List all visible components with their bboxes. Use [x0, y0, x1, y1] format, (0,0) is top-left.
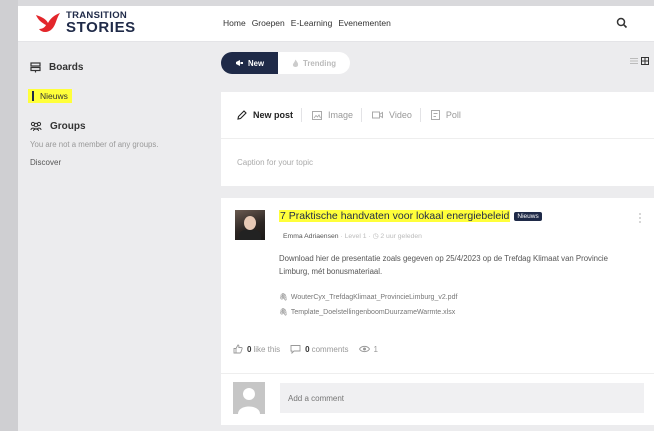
flame-icon: [292, 59, 299, 67]
groups-icon: [30, 121, 42, 132]
attachment-name: Template_DoelstellingenboomDuurzameWarmt…: [290, 308, 456, 316]
like-count: 0: [247, 344, 252, 354]
video-option[interactable]: Video: [372, 110, 412, 120]
site-header: TRANSITION STORIES Home Groepen E-Learni…: [18, 6, 654, 42]
option-divider: [419, 108, 421, 122]
post-body: Download hier de presentatie zoals gegev…: [279, 254, 608, 277]
author-avatar[interactable]: [235, 210, 265, 240]
default-avatar-icon: [233, 382, 265, 414]
poll-icon: [430, 110, 440, 120]
post-time: 2 uur geleden: [380, 233, 422, 240]
left-strip: [0, 0, 18, 431]
post-title-row: 7 Praktische handvaten voor lokaal energ…: [279, 210, 542, 222]
brand-logo[interactable]: TRANSITION STORIES: [34, 9, 136, 37]
nav-home[interactable]: Home: [223, 18, 246, 28]
avatar-face: [244, 216, 256, 230]
new-post-label: New post: [253, 110, 294, 120]
active-indicator: [32, 91, 34, 101]
view-count: 1: [373, 344, 378, 354]
sidebar: Boards Nieuws Groups You are not a membe…: [18, 42, 196, 431]
thumbs-up-icon: [233, 344, 243, 354]
nav-groepen[interactable]: Groepen: [252, 18, 285, 28]
video-icon: [372, 111, 384, 119]
grid-view-icon[interactable]: [641, 57, 649, 65]
comment-icon: [290, 345, 301, 354]
post-meta: Emma Adriaensen · Level 1 · ◷ 2 uur gele…: [283, 232, 422, 240]
boards-heading: Boards: [30, 62, 83, 73]
caption-input[interactable]: Caption for your topic: [237, 158, 313, 167]
logo-bird-icon: [34, 9, 62, 37]
boards-icon: [30, 62, 41, 73]
image-icon: [312, 110, 323, 120]
comment-section: [221, 373, 654, 425]
attachment-name: WouterCyx_TrefdagKlimaat_ProvincieLimbur…: [290, 293, 458, 301]
tab-trending[interactable]: Trending: [278, 52, 350, 74]
post-title[interactable]: 7 Praktische handvaten voor lokaal energ…: [279, 210, 511, 222]
composer-divider: [221, 138, 654, 139]
tab-new-label: New: [248, 58, 265, 68]
attachment-link[interactable]: 🖇 WouterCyx_TrefdagKlimaat_ProvincieLimb…: [279, 293, 458, 302]
discover-link[interactable]: Discover: [30, 158, 61, 167]
avatar-shirt: [239, 230, 261, 240]
tab-new[interactable]: New: [221, 52, 279, 74]
view-toggle: [630, 57, 649, 65]
new-post-option[interactable]: New post: [237, 110, 293, 120]
groups-empty-note: You are not a member of any groups.: [30, 140, 159, 149]
composer-options: New post Image Video Poll: [237, 108, 469, 122]
groups-label: Groups: [50, 121, 86, 132]
nav-evenementen[interactable]: Evenementen: [338, 18, 390, 28]
user-avatar: [233, 382, 265, 414]
groups-heading: Groups: [30, 121, 86, 132]
poll-label: Poll: [445, 110, 461, 120]
sidebar-item-nieuws[interactable]: Nieuws: [28, 89, 72, 103]
boards-label: Boards: [49, 62, 84, 73]
image-label: Image: [328, 110, 354, 120]
sidebar-item-label: Nieuws: [40, 91, 68, 101]
like-label: like this: [253, 344, 281, 354]
main-nav: Home Groepen E-Learning Evenementen: [223, 18, 391, 28]
logo-text: TRANSITION STORIES: [66, 11, 136, 36]
views-indicator: 1: [358, 344, 378, 354]
board-badge[interactable]: Nieuws: [514, 211, 542, 221]
post-card: 7 Praktische handvaten voor lokaal energ…: [221, 198, 654, 373]
option-divider: [361, 108, 363, 122]
nav-e-learning[interactable]: E-Learning: [291, 18, 333, 28]
post-actions: 0 like this 0 comments 1: [233, 344, 388, 354]
tab-trending-label: Trending: [303, 58, 336, 68]
feed-tabs: New Trending: [221, 52, 350, 74]
paperclip-icon: 🖇: [279, 309, 288, 316]
pencil-icon: [237, 110, 247, 120]
comments-label: comments: [311, 344, 349, 354]
comment-count: 0: [305, 344, 310, 354]
paperclip-icon: 🖇: [279, 294, 288, 301]
more-options-icon[interactable]: [638, 212, 642, 224]
video-label: Video: [389, 110, 412, 120]
megaphone-icon: [236, 60, 243, 66]
author-name[interactable]: Emma Adriaensen: [283, 233, 339, 240]
image-option[interactable]: Image: [312, 110, 353, 120]
attachment-link[interactable]: 🖇 Template_DoelstellingenboomDuurzameWar…: [279, 308, 456, 317]
post-composer: New post Image Video Poll Caption for yo…: [221, 92, 654, 186]
logo-line2: STORIES: [66, 19, 136, 37]
comments-button[interactable]: 0 comments: [290, 344, 349, 354]
eye-icon: [358, 345, 370, 353]
search-icon[interactable]: [616, 17, 628, 29]
option-divider: [301, 108, 303, 122]
author-level: Level 1: [344, 233, 367, 240]
like-button[interactable]: 0 like this: [233, 344, 280, 354]
list-view-icon[interactable]: [630, 57, 638, 65]
comment-input[interactable]: [280, 383, 644, 413]
poll-option[interactable]: Poll: [430, 110, 461, 120]
